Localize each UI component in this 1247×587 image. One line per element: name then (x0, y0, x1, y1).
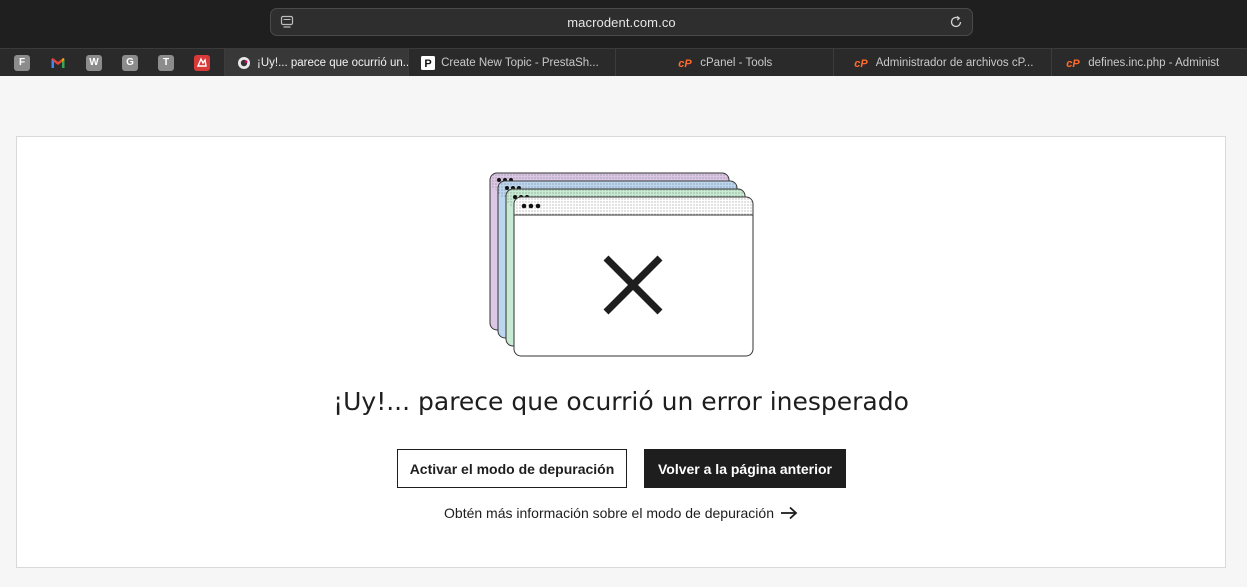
tab-create-topic[interactable]: P Create New Topic - PrestaSh... (408, 49, 615, 76)
pinned-tabs: F W G T (0, 49, 224, 76)
arrow-right-icon (780, 506, 798, 520)
debug-mode-info-link[interactable]: Obtén más información sobre el modo de d… (17, 505, 1225, 521)
tab-title: defines.inc.php - Administ (1088, 56, 1220, 69)
error-heading: ¡Uy!... parece que ocurrió un error ines… (333, 387, 909, 416)
page-menu-icon[interactable] (280, 15, 294, 29)
go-back-button[interactable]: Volver a la página anterior (644, 449, 846, 488)
url-text: macrodent.com.co (567, 14, 676, 30)
error-card: ¡Uy!... parece que ocurrió un error ines… (16, 136, 1226, 568)
enable-debug-mode-button[interactable]: Activar el modo de depuración (397, 449, 627, 488)
tab-strip: F W G T ¡Uy!... parece que ocurrió un...… (0, 48, 1247, 76)
tab-file-manager[interactable]: cP Administrador de archivos cP... (832, 49, 1051, 76)
svg-text:cP: cP (679, 58, 693, 70)
prestashop-puffin-icon (238, 56, 250, 69)
f-letter-icon: F (14, 54, 30, 71)
w-letter-icon: W (86, 54, 102, 71)
pinned-tab-gmail[interactable] (44, 49, 72, 76)
page-viewport: ¡Uy!... parece que ocurrió un error ines… (0, 77, 1247, 587)
error-windows-illustration (489, 172, 754, 357)
svg-text:cP: cP (854, 58, 868, 70)
tab-cpanel-tools[interactable]: cP cPanel - Tools (614, 49, 833, 76)
cpanel-icon: cP (679, 58, 693, 70)
pinned-tab-w[interactable]: W (80, 49, 108, 76)
browser-toolbar: macrodent.com.co (0, 0, 1247, 48)
tab-title: ¡Uy!... parece que ocurrió un... (257, 56, 409, 69)
tab-title: cPanel - Tools (700, 56, 773, 69)
p-logo-icon: P (421, 55, 436, 70)
svg-text:cP: cP (1066, 58, 1080, 70)
red-app-icon (194, 54, 210, 71)
pinned-tab-f[interactable]: F (8, 49, 36, 76)
window-layer-front (513, 196, 754, 357)
pinned-tab-t[interactable]: T (152, 49, 180, 76)
debug-mode-info-text: Obtén más información sobre el modo de d… (444, 505, 774, 521)
svg-text:P: P (424, 58, 431, 70)
cpanel-icon: cP (854, 58, 868, 70)
tab-error-page[interactable]: ¡Uy!... parece que ocurrió un... (224, 49, 409, 76)
g-letter-icon: G (122, 54, 138, 71)
tab-title: Administrador de archivos cP... (875, 56, 1034, 69)
address-bar[interactable]: macrodent.com.co (270, 8, 973, 36)
t-letter-icon: T (158, 54, 174, 71)
cpanel-icon: cP (1066, 58, 1080, 70)
pinned-tab-g[interactable]: G (116, 49, 144, 76)
tab-defines[interactable]: cP defines.inc.php - Administ (1051, 49, 1247, 76)
gmail-icon (51, 57, 65, 68)
pinned-tab-red[interactable] (188, 49, 216, 76)
reload-icon[interactable] (949, 15, 963, 29)
tab-title: Create New Topic - PrestaSh... (441, 56, 599, 69)
